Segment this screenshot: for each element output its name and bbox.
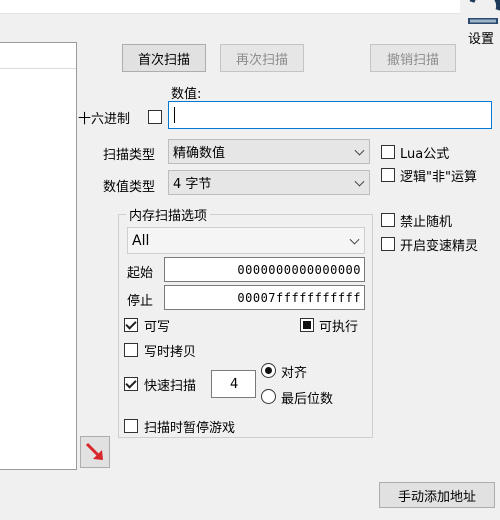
logical-not-checkbox[interactable] — [381, 168, 395, 182]
start-address-input[interactable]: 0000000000000000 — [164, 257, 365, 282]
logical-not-label: 逻辑"非"运算 — [400, 170, 477, 185]
last-digits-radio[interactable] — [261, 389, 276, 404]
red-arrow-down-right-icon — [85, 442, 103, 460]
executable-label: 可执行 — [319, 320, 359, 335]
undo-scan-button[interactable]: 撤销扫描 — [370, 44, 456, 72]
chevron-down-icon — [354, 176, 365, 187]
fast-scan-checkbox[interactable] — [124, 377, 138, 391]
scan-type-value: 精确数值 — [173, 146, 226, 161]
stop-address-input[interactable]: 00007fffffffffff — [164, 285, 365, 310]
align-label: 对齐 — [281, 366, 308, 381]
writable-label: 可写 — [144, 320, 171, 335]
disable-random-checkbox[interactable] — [381, 213, 395, 227]
lua-formula-label: Lua公式 — [400, 147, 450, 162]
memory-region-select[interactable]: All — [127, 227, 365, 254]
copy-on-write-label: 写时拷贝 — [144, 345, 197, 360]
settings-label[interactable]: 设置 — [462, 28, 500, 47]
stop-address-label: 停止 — [127, 294, 154, 309]
found-address-list[interactable] — [0, 42, 77, 470]
disable-random-label: 禁止随机 — [400, 215, 453, 230]
chevron-down-icon — [354, 145, 365, 156]
list-row[interactable] — [0, 43, 76, 69]
lua-formula-checkbox[interactable] — [381, 145, 395, 159]
copy-on-write-checkbox[interactable] — [124, 343, 138, 357]
executable-checkbox[interactable] — [300, 318, 314, 332]
fast-scan-label: 快速扫描 — [144, 379, 197, 394]
next-scan-button[interactable]: 再次扫描 — [220, 44, 304, 72]
top-panel-strip — [0, 0, 460, 14]
fast-scan-alignment-input[interactable]: 4 — [211, 370, 256, 398]
scan-type-label: 扫描类型 — [103, 148, 156, 163]
pause-game-checkbox[interactable] — [124, 419, 138, 433]
value-type-label: 数值类型 — [103, 180, 156, 195]
speedhack-checkbox[interactable] — [381, 237, 395, 251]
hex-label: 十六进制 — [78, 112, 131, 127]
value-type-select[interactable]: 4 字节 — [168, 170, 370, 195]
memory-region-value: All — [132, 232, 150, 249]
speedhack-label: 开启变速精灵 — [400, 239, 479, 254]
text-caret — [174, 107, 175, 123]
cheat-engine-logo-icon[interactable] — [464, 0, 500, 26]
scan-type-select[interactable]: 精确数值 — [168, 139, 370, 164]
hex-checkbox[interactable] — [148, 110, 162, 124]
value-type-value: 4 字节 — [173, 177, 212, 192]
last-digits-label: 最后位数 — [281, 392, 334, 407]
add-selected-to-list-button[interactable] — [80, 436, 110, 468]
chevron-down-icon — [349, 234, 360, 245]
writable-checkbox[interactable] — [124, 318, 138, 332]
value-input[interactable] — [168, 101, 492, 129]
add-address-manually-button[interactable]: 手动添加地址 — [379, 482, 495, 508]
pause-game-label: 扫描时暂停游戏 — [144, 421, 236, 436]
first-scan-button[interactable]: 首次扫描 — [122, 44, 206, 72]
start-address-label: 起始 — [127, 266, 154, 281]
value-label: 数值: — [171, 87, 202, 102]
memory-scan-options-title: 内存扫描选项 — [126, 205, 211, 224]
align-radio[interactable] — [261, 363, 276, 378]
